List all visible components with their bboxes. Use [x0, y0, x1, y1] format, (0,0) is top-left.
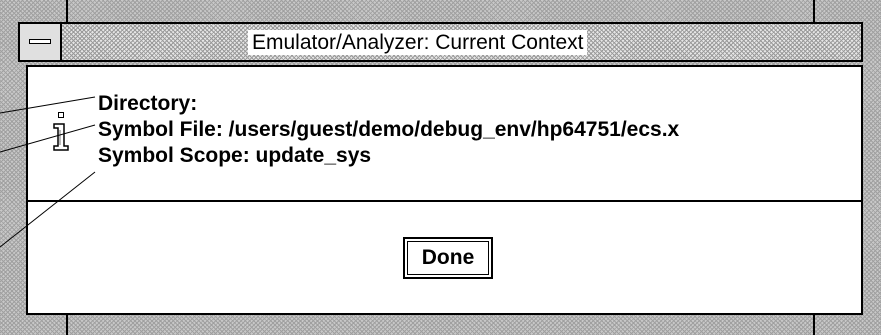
context-message: Directory: Symbol File: /users/guest/dem… — [98, 91, 679, 169]
dialog-separator — [28, 200, 861, 202]
title-bar[interactable]: Emulator/Analyzer: Current Context — [18, 22, 863, 62]
window-menu-icon — [29, 39, 51, 44]
frame-resize-corner-bottom-right[interactable] — [813, 315, 815, 335]
done-button[interactable]: Done — [403, 237, 493, 279]
frame-resize-corner-top-right[interactable] — [813, 0, 815, 22]
symbol-scope-line: Symbol Scope: update_sys — [98, 144, 372, 167]
done-button-label: Done — [407, 241, 489, 275]
window-title: Emulator/Analyzer: Current Context — [248, 30, 588, 55]
context-dialog: Directory: Symbol File: /users/guest/dem… — [26, 65, 863, 315]
information-icon — [53, 112, 69, 151]
symbol-file-line: Symbol File: /users/guest/demo/debug_env… — [98, 118, 680, 141]
directory-line: Directory: — [98, 92, 198, 115]
frame-resize-corner-top-left[interactable] — [66, 0, 68, 22]
window-menu-button[interactable] — [20, 24, 62, 60]
frame-resize-corner-bottom-left[interactable] — [66, 315, 68, 335]
